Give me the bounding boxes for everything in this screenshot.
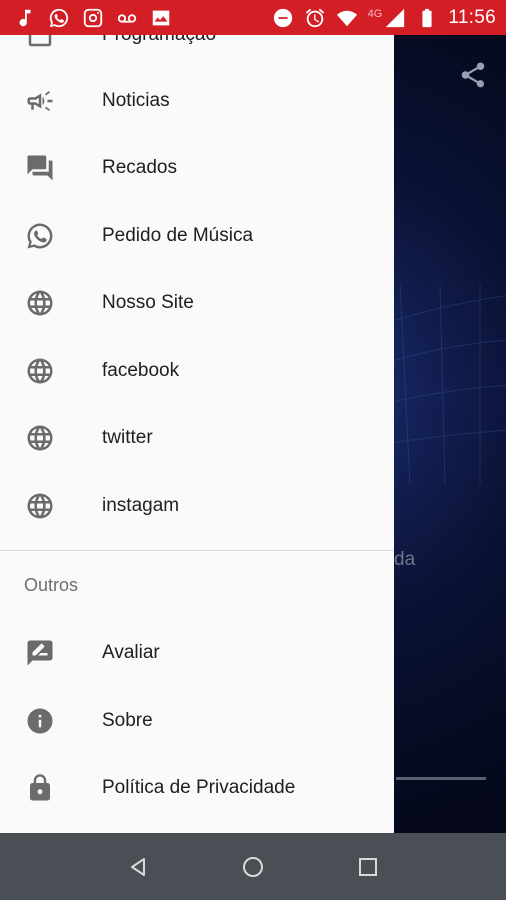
drawer-item-label: Programação: [102, 35, 216, 46]
recents-button[interactable]: [348, 847, 388, 887]
drawer-item-label: Noticias: [102, 90, 170, 111]
drawer-item-label: Nosso Site: [102, 292, 194, 313]
drawer-item-label: Avaliar: [102, 642, 160, 663]
status-bar: 4G 11:56: [0, 0, 506, 35]
section-header-outros: Outros: [24, 575, 79, 595]
clock: 11:56: [448, 6, 496, 28]
drawer-item-label: Recados: [102, 157, 177, 178]
globe-icon: [24, 287, 56, 319]
drawer-item-twitter[interactable]: twitter: [0, 408, 394, 468]
wifi-icon: [336, 7, 358, 29]
drawer-item-nosso-site[interactable]: Nosso Site: [0, 273, 394, 333]
network-type-label: 4G: [367, 7, 383, 20]
system-icons: 4G 11:56: [272, 7, 496, 29]
do-not-disturb-icon: [272, 7, 294, 29]
back-button[interactable]: [118, 847, 158, 887]
drawer-item-avaliar[interactable]: Avaliar: [0, 623, 394, 683]
instagram-icon: [82, 7, 104, 29]
drawer-item-label: Política de Privacidade: [102, 777, 296, 798]
home-icon: [242, 856, 263, 877]
drawer-item-politica-de-privacidade[interactable]: Política de Privacidade: [0, 758, 394, 818]
back-icon: [130, 857, 145, 876]
lock-icon: [24, 772, 56, 804]
schedule-icon: [24, 35, 56, 51]
alarm-icon: [304, 7, 326, 29]
globe-icon: [24, 355, 56, 387]
drawer-item-noticias[interactable]: Noticias: [0, 71, 394, 131]
share-icon[interactable]: [458, 60, 488, 90]
drawer-item-sobre[interactable]: Sobre: [0, 691, 394, 751]
whatsapp-icon: [48, 7, 70, 29]
megaphone-icon: [24, 85, 56, 117]
drawer-item-programacao[interactable]: Programação: [0, 35, 394, 65]
drawer-item-label: instagam: [102, 495, 180, 516]
home-button[interactable]: [233, 847, 273, 887]
notification-icons: [14, 7, 172, 29]
background-grid-graphic: [380, 285, 506, 485]
rate-review-icon: [24, 637, 56, 669]
drawer-item-pedido-de-musica[interactable]: Pedido de Música: [0, 206, 394, 266]
image-icon: [150, 7, 172, 29]
messages-icon: [24, 152, 56, 184]
globe-icon: [24, 490, 56, 522]
battery-icon: [416, 7, 438, 29]
drawer-item-label: Pedido de Música: [102, 225, 254, 246]
info-icon: [24, 705, 56, 737]
drawer-item-instagam[interactable]: instagam: [0, 476, 394, 536]
voicemail-icon: [116, 7, 138, 29]
navigation-drawer: Programação Noticias Recados Pedido de M…: [0, 35, 394, 833]
system-navigation-bar: [0, 833, 506, 900]
globe-icon: [24, 422, 56, 454]
drawer-item-label: facebook: [102, 360, 180, 381]
background-progress-bar: [396, 777, 486, 780]
drawer-divider: [0, 550, 394, 551]
drawer-item-label: twitter: [102, 427, 153, 448]
background-status-text: da: [394, 549, 416, 570]
signal-icon: [384, 7, 406, 29]
whatsapp-icon: [24, 220, 56, 252]
music-note-icon: [14, 7, 36, 29]
drawer-item-recados[interactable]: Recados: [0, 138, 394, 198]
drawer-item-label: Sobre: [102, 710, 153, 731]
recents-icon: [359, 857, 378, 876]
drawer-item-facebook[interactable]: facebook: [0, 341, 394, 401]
